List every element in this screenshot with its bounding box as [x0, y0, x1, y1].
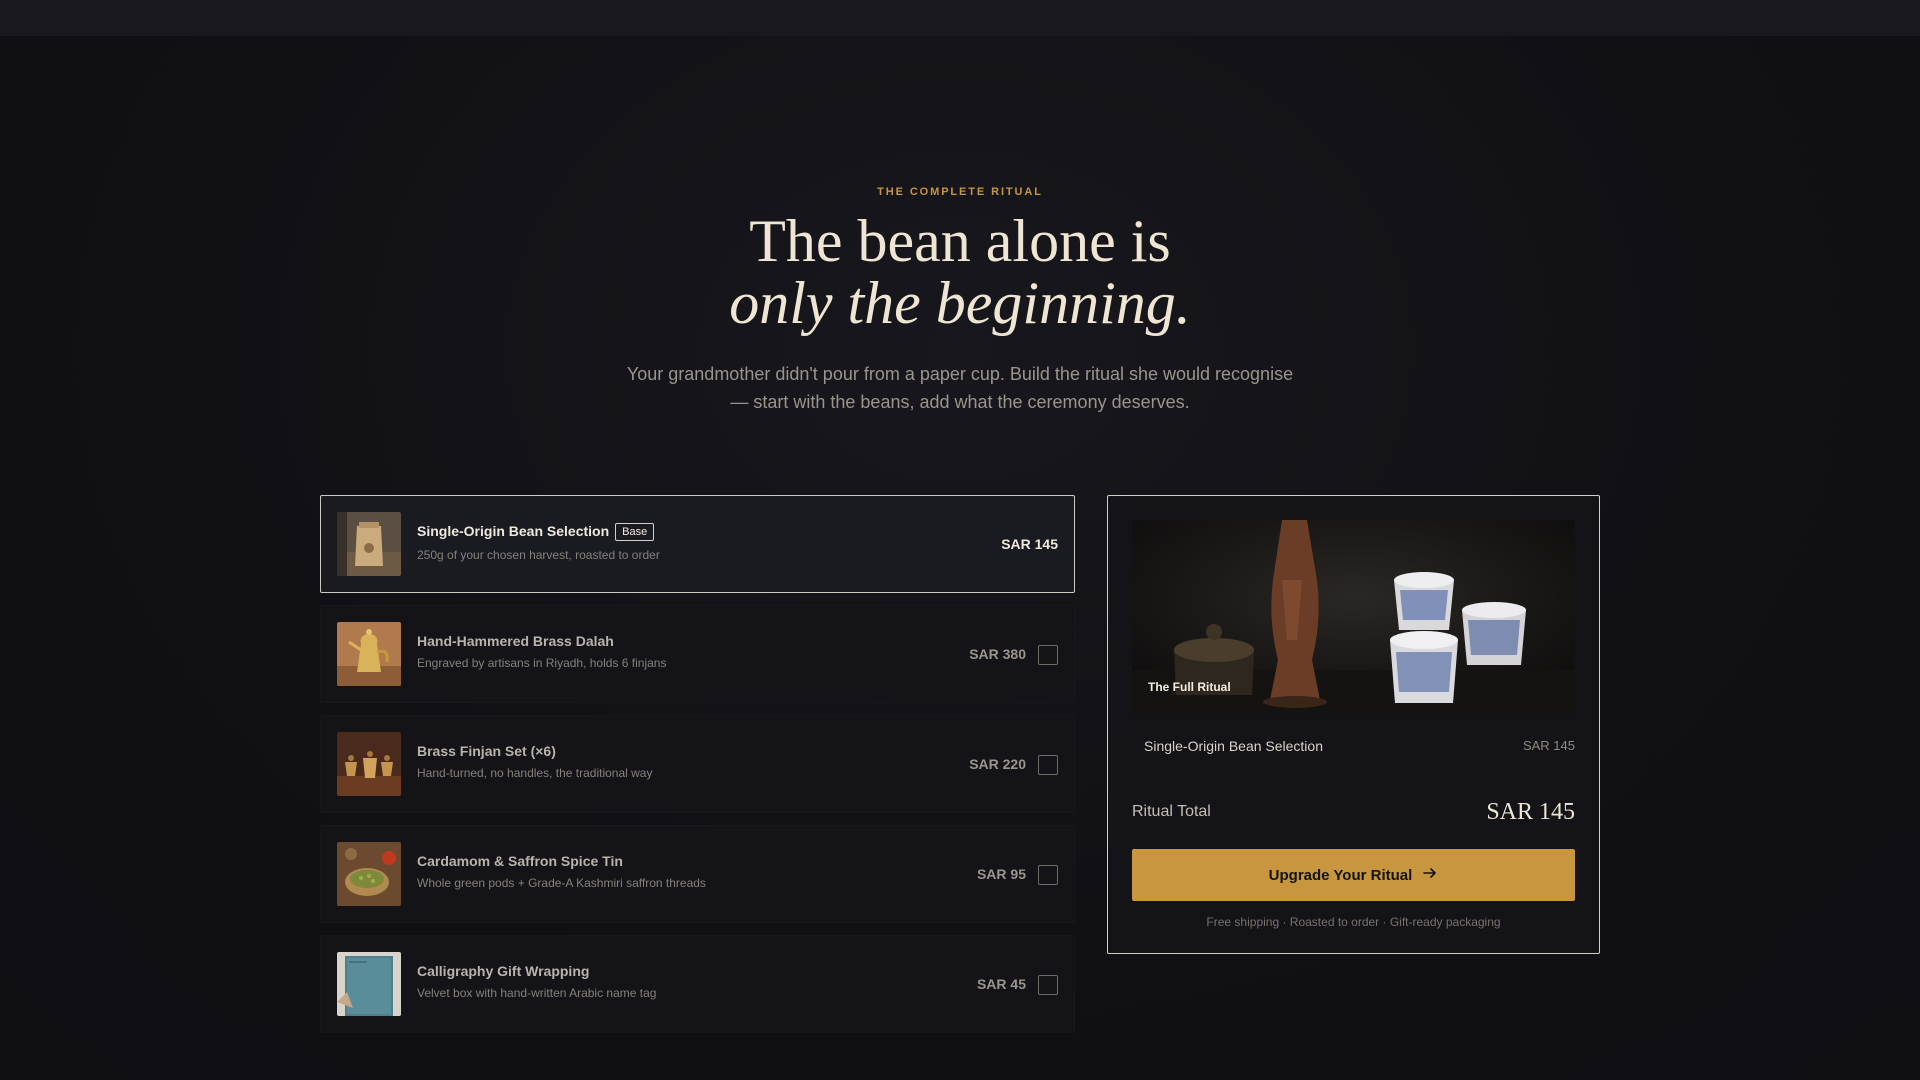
- item-description: Whole green pods + Grade-A Kashmiri saff…: [417, 876, 706, 890]
- upgrade-ritual-label: Upgrade Your Ritual: [1268, 866, 1413, 884]
- gift-wrapping-image: [337, 952, 401, 1016]
- item-name: Brass Finjan Set (×6): [417, 743, 556, 759]
- item-description: Engraved by artisans in Riyadh, holds 6 …: [417, 656, 667, 670]
- item-price: SAR 220: [969, 756, 1026, 772]
- ritual-item-finjan-set[interactable]: Brass Finjan Set (×6) Hand-turned, no ha…: [320, 715, 1075, 813]
- section-eyebrow: THE COMPLETE RITUAL: [877, 186, 1043, 198]
- ritual-item-gift-wrapping[interactable]: Calligraphy Gift Wrapping Velvet box wit…: [320, 935, 1075, 1033]
- page-subtitle: Your grandmother didn't pour from a pape…: [626, 364, 1294, 412]
- ritual-item-list: Single-Origin Bean Selection Base 250g of…: [320, 495, 1075, 1045]
- item-name: Cardamom & Saffron Spice Tin: [417, 853, 623, 869]
- item-price: SAR 45: [976, 976, 1026, 992]
- arrow-right-icon: [1422, 865, 1438, 886]
- browser-top-bar: [0, 0, 1920, 36]
- bean-bag-image: [337, 512, 401, 576]
- item-price: SAR 380: [969, 646, 1026, 662]
- shipping-fine-print: Free shipping · Roasted to order · Gift-…: [1206, 915, 1501, 929]
- summary-line-item: Single-Origin Bean Selection SAR 145: [1144, 738, 1575, 754]
- ritual-item-dalah[interactable]: Hand-Hammered Brass Dalah Engraved by ar…: [320, 605, 1075, 703]
- add-finjan-set-checkbox[interactable]: [1038, 755, 1058, 775]
- item-description: 250g of your chosen harvest, roasted to …: [417, 548, 660, 562]
- add-dalah-checkbox[interactable]: [1038, 645, 1058, 665]
- brass-dalah-image: [337, 622, 401, 686]
- ritual-summary-card: The Full Ritual Single-Origin Bean Selec…: [1107, 495, 1600, 954]
- add-spice-tin-checkbox[interactable]: [1038, 865, 1058, 885]
- item-name: Single-Origin Bean Selection: [417, 523, 610, 539]
- summary-line-name: Single-Origin Bean Selection: [1144, 738, 1323, 754]
- item-description: Velvet box with hand-written Arabic name…: [417, 986, 657, 1000]
- finjan-set-image: [337, 732, 401, 796]
- item-description: Hand-turned, no handles, the traditional…: [417, 766, 653, 780]
- item-price: SAR 145: [1001, 536, 1058, 552]
- add-gift-wrapping-checkbox[interactable]: [1038, 975, 1058, 995]
- summary-line-price: SAR 145: [1522, 738, 1575, 753]
- upgrade-ritual-button[interactable]: Upgrade Your Ritual: [1132, 849, 1575, 901]
- headline-line-1: The bean alone is: [749, 208, 1171, 274]
- ritual-item-spice-tin[interactable]: Cardamom & Saffron Spice Tin Whole green…: [320, 825, 1075, 923]
- ritual-item-beans[interactable]: Single-Origin Bean Selection Base 250g of…: [320, 495, 1075, 593]
- total-label: Ritual Total: [1132, 803, 1211, 820]
- total-value: SAR 145: [1486, 799, 1575, 825]
- full-ritual-image: The Full Ritual: [1132, 520, 1575, 713]
- base-badge: Base: [615, 523, 655, 541]
- page: THE COMPLETE RITUAL The bean alone is on…: [0, 36, 1920, 1080]
- item-price: SAR 95: [976, 866, 1026, 882]
- spice-tin-image: [337, 842, 401, 906]
- item-name: Calligraphy Gift Wrapping: [417, 963, 590, 979]
- image-caption: The Full Ritual: [1148, 680, 1231, 694]
- page-headline: The bean alone is only the beginning.: [0, 210, 1920, 334]
- item-name: Hand-Hammered Brass Dalah: [417, 633, 614, 649]
- headline-line-2: only the beginning.: [729, 270, 1191, 336]
